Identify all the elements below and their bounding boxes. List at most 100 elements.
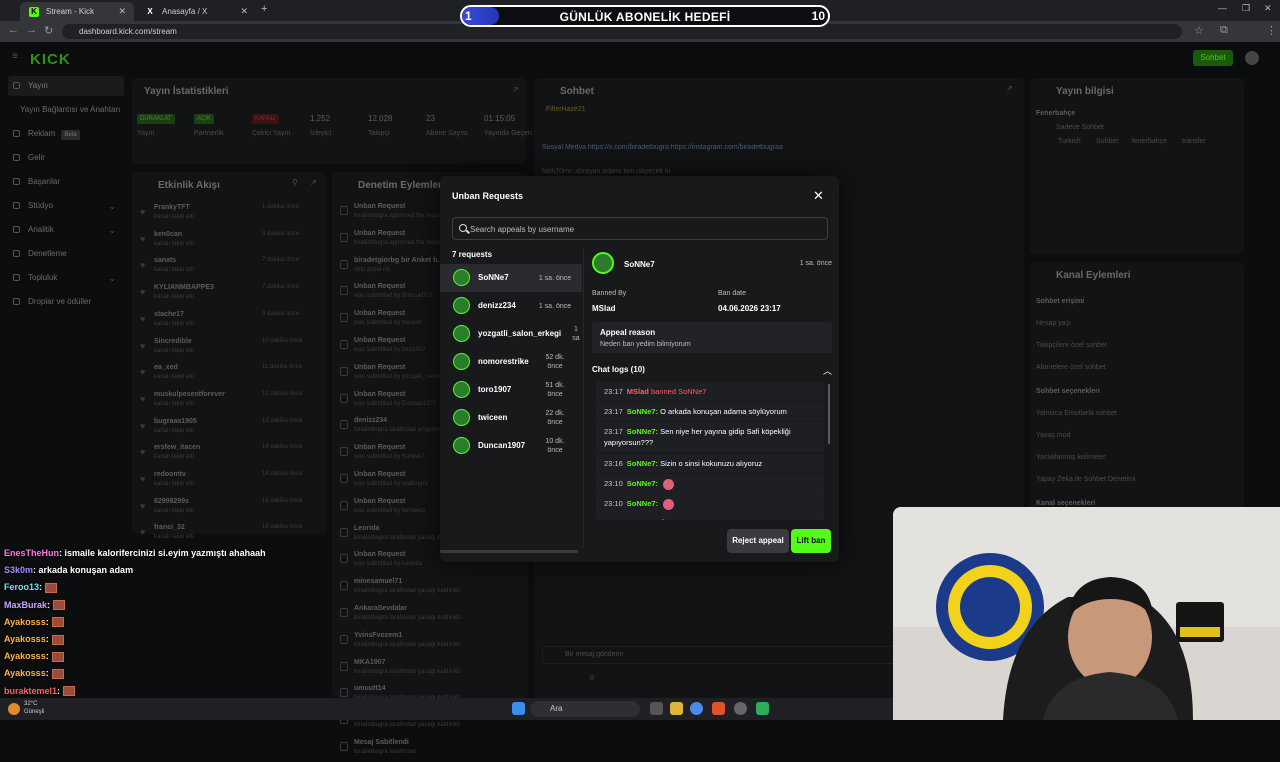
new-tab-icon[interactable]: + [261,3,267,15]
request-list-item[interactable]: denizz234 1 sa. önce [440,292,582,320]
list-item[interactable]: MKA1907 biradetbugra tarafından yasağı ka… [338,658,522,682]
sidebar-item-achievements[interactable]: Başarılar [8,172,124,192]
list-item[interactable]: ♥ stache17 kanalı takip etti 9 dakika önce [138,309,322,333]
log-user[interactable]: SoNNe7: [627,427,658,436]
status-tag[interactable]: KAPALI [252,114,279,124]
list-item[interactable]: ♥ 82998299s kanalı takip etti 16 dakika önc… [138,496,322,520]
search-input[interactable] [470,222,820,236]
sidebar-item-drops[interactable]: Droplar ve ödüller [8,292,124,312]
setting-row[interactable]: Yasaklanmış kelimeler [1036,454,1106,461]
close-tab-icon[interactable]: ✕ [118,2,126,21]
list-item[interactable]: ♥ FrankyTFT kanalı takip etti 1 dakika önce [138,202,322,226]
chat-logs-header[interactable]: Chat logs (10) ︿ [592,364,832,378]
list-item[interactable]: ♥ muskulpesentforever kanalı takip etti 12 … [138,389,322,413]
setting-row[interactable]: Yapay Zeka ile Sohbet Denetimi [1036,476,1135,483]
maximize-icon[interactable]: ❐ [1242,3,1250,14]
activity-time: 16 dakika önce [262,497,303,504]
setting-row[interactable]: Yavaş mod [1036,432,1071,439]
sidebar-item-studio[interactable]: Stüdyo ⌄ [8,196,124,216]
setting-row[interactable]: Yalnızca Emotlarla sohbet [1036,410,1117,417]
status-tag[interactable]: DURAKLAT [137,114,175,124]
status-tag[interactable]: AÇIK [194,114,215,124]
sidebar-item-yayin[interactable]: Yayın [8,76,124,96]
search-appeals-field[interactable] [452,217,828,240]
reject-appeal-button[interactable]: Reject appeal [727,529,789,553]
activity-time: 9 dakika önce [262,310,300,317]
logs-scrollbar[interactable] [828,384,830,444]
reload-icon[interactable]: ↻ [44,24,53,37]
setting-row[interactable]: Abonelere özel sohbet [1036,364,1106,371]
popout-icon[interactable]: ↗ [512,85,519,94]
log-user[interactable]: SoNNe7: [627,407,658,416]
taskbar-search[interactable]: Ara [530,701,640,717]
list-item[interactable]: AnkaraSevdalar biradetbugra tarafından ya… [338,604,522,628]
popout-icon[interactable]: ↗ [1006,84,1013,93]
list-item[interactable]: minesamuel71 biradetbugra tarafından yasa… [338,577,522,601]
task-view-icon[interactable] [650,702,663,715]
sidebar-item-stream-key[interactable]: Yayın Bağlantısı ve Anahtarı [8,100,124,120]
request-list-item[interactable]: twiceen 22 dk. önce [440,404,582,432]
close-window-icon[interactable]: ✕ [1264,3,1272,14]
request-list-item[interactable]: yozgatli_salon_erkegi 1 sa [440,320,582,348]
file-explorer-icon[interactable] [670,702,683,715]
list-item[interactable]: ♥ ken0can kanalı takip etti 3 dakika önce [138,229,322,253]
list-item[interactable]: ♥ Sincredible kanalı takip etti 10 dakika ö… [138,336,322,360]
setting-row[interactable]: Hesap yaşı [1036,320,1071,327]
sidebar-item-community[interactable]: Topluluk ⌄ [8,268,124,288]
app-icon[interactable] [756,702,769,715]
popout-icon[interactable]: ↗ [310,178,317,187]
request-list-item[interactable]: Duncan1907 10 dk. önce [440,432,582,460]
request-list-item[interactable]: nomorestrike 52 dk. önce [440,348,582,376]
followers-value: 12.028 [368,114,393,123]
lift-ban-button[interactable]: Lift ban [791,529,831,553]
list-item[interactable]: ♥ KYLIANMBAPPE3 kanalı takip etti 7 dakika … [138,282,322,306]
chrome-icon[interactable] [690,702,703,715]
weather-widget[interactable]: 32°C Güneşli [24,700,44,716]
menu-dots-icon[interactable]: ⋮ [1266,24,1277,37]
list-item[interactable]: ♥ bugraaa1905 kanalı takip etti 13 dakika ö… [138,416,322,440]
request-list-item[interactable]: SoNNe7 1 sa. önce [440,264,582,292]
forward-icon[interactable]: → [26,24,37,36]
minimize-icon[interactable]: — [1218,3,1227,13]
extensions-icon[interactable]: ⧉ [1220,24,1228,37]
browser-tab-kick[interactable]: K Stream - Kick Dashboard ✕ [20,2,134,35]
browser-tab-x[interactable]: X Anasayfa / X ✕ [136,2,256,21]
list-item[interactable]: ♥ redoomtv kanalı takip etti 14 dakika önce [138,469,322,493]
settings-gear-icon[interactable] [734,702,747,715]
log-user[interactable]: SoNNe7: [627,479,658,488]
windows-start-icon[interactable] [512,702,525,715]
overlay-chat-line: EnesTheHun: ismaile kalorifercinizi si.e… [4,548,266,558]
detail-username[interactable]: SoNNe7 [624,260,655,269]
avatar[interactable] [1245,51,1259,65]
bookmark-star-icon[interactable]: ☆ [1194,24,1204,37]
chevron-up-icon[interactable]: ︿ [823,364,832,377]
close-tab-icon[interactable]: ✕ [240,2,248,21]
sidebar-item-revenue[interactable]: Gelir [8,148,124,168]
setting-row[interactable]: Takipçilere özel sohbet [1036,342,1107,349]
kick-logo[interactable]: KICK [30,51,71,68]
request-list-item[interactable]: toro1907 51 dk. önce [440,376,582,404]
list-item[interactable]: ♥ franci_32 kanalı takip etti 16 dakika önc… [138,522,322,546]
pinned-user[interactable]: FilterHaze21 [546,106,586,113]
list-item[interactable]: ♥ sanats kanalı takip etti 7 dakika önce [138,255,322,279]
list-item[interactable]: ♥ ersfew_itacen kanalı takip etti 14 dakika… [138,442,322,466]
hamburger-icon[interactable]: ≡ [12,51,18,62]
log-user[interactable]: MSlad [627,387,649,396]
sidebar-item-analytics[interactable]: Analitik ⌄ [8,220,124,240]
log-user[interactable]: SoNNe7: [627,499,658,508]
log-user[interactable]: SoNNe7: [627,519,658,520]
chat-toggle-button[interactable]: Sohbet [1193,50,1233,66]
sidebar-item-moderation[interactable]: Denetleme [8,244,124,264]
list-item[interactable]: ♥ ea_xed kanalı takip etti 11 dakika önce [138,362,322,386]
list-scrollbar[interactable] [440,550,578,553]
mod-action-sub: was submitted by SoNNe7 [354,454,425,461]
list-item[interactable]: Mesaj Sabitlendi biradetbugra tarafından [338,738,522,762]
filter-icon[interactable]: ⚲ [292,178,298,187]
weather-icon[interactable] [8,703,20,715]
close-icon[interactable]: ✕ [813,188,824,204]
list-item[interactable]: YvinsFvozem1 biradetbugra tarafından yasa… [338,631,522,655]
log-user[interactable]: SoNNe7: [627,459,658,468]
brave-icon[interactable] [712,702,725,715]
sidebar-item-ads[interactable]: Reklam Beta [8,124,124,144]
back-icon[interactable]: ← [8,24,19,36]
